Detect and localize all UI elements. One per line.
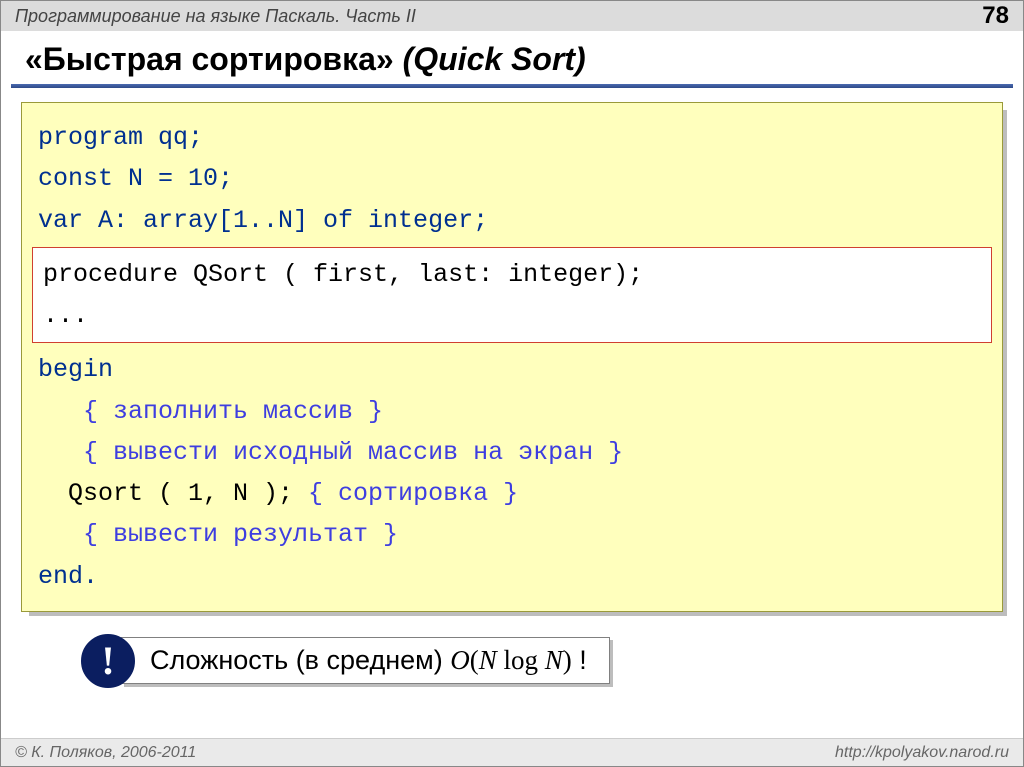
title-paren: (Quick Sort) bbox=[403, 41, 586, 77]
code-line: ... bbox=[43, 295, 981, 336]
slide-title: «Быстрая сортировка» (Quick Sort) bbox=[1, 31, 1023, 84]
footer-url: http://kpolyakov.narod.ru bbox=[835, 744, 1009, 762]
title-quoted: «Быстрая сортировка» bbox=[25, 41, 394, 77]
copyright-text: © К. Поляков, 2006-2011 bbox=[15, 744, 196, 762]
math-log: log bbox=[497, 645, 545, 675]
highlighted-procedure-box: procedure QSort ( first, last: integer);… bbox=[32, 247, 992, 344]
complexity-row: ! Сложность (в среднем) O(N log N) ! bbox=[81, 634, 1003, 688]
code-line: begin bbox=[38, 349, 986, 390]
code-box: program qq; const N = 10; var A: array[1… bbox=[21, 102, 1003, 612]
slide: Программирование на языке Паскаль. Часть… bbox=[0, 0, 1024, 767]
slide-footer: © К. Поляков, 2006-2011 http://kpolyakov… bbox=[1, 738, 1023, 766]
math-paren: ) bbox=[563, 645, 572, 675]
code-text: Qsort ( 1, N ); bbox=[38, 479, 308, 508]
code-line: procedure QSort ( first, last: integer); bbox=[43, 254, 981, 295]
code-line: Qsort ( 1, N ); { сортировка } bbox=[38, 473, 986, 514]
attention-icon: ! bbox=[81, 634, 135, 688]
math-N: N bbox=[479, 645, 497, 675]
page-number: 78 bbox=[982, 2, 1009, 30]
title-underline bbox=[11, 84, 1013, 88]
code-comment: { вывести результат } bbox=[38, 514, 986, 555]
math-paren: ( bbox=[470, 645, 479, 675]
code-line: const N = 10; bbox=[38, 158, 986, 199]
math-O: O bbox=[450, 645, 470, 675]
code-comment: { вывести исходный массив на экран } bbox=[38, 432, 986, 473]
code-comment: { заполнить массив } bbox=[38, 391, 986, 432]
complexity-label: Сложность (в среднем) bbox=[150, 645, 450, 675]
code-line: var A: array[1..N] of integer; bbox=[38, 200, 986, 241]
math-N: N bbox=[545, 645, 563, 675]
code-comment: { сортировка } bbox=[308, 479, 518, 508]
code-line: program qq; bbox=[38, 117, 986, 158]
complexity-excl: ! bbox=[572, 645, 587, 675]
code-line: end. bbox=[38, 556, 986, 597]
course-title: Программирование на языке Паскаль. Часть… bbox=[15, 6, 416, 27]
complexity-box: Сложность (в среднем) O(N log N) ! bbox=[121, 637, 610, 684]
code-block: program qq; const N = 10; var A: array[1… bbox=[21, 102, 1003, 612]
slide-header: Программирование на языке Паскаль. Часть… bbox=[1, 1, 1023, 31]
